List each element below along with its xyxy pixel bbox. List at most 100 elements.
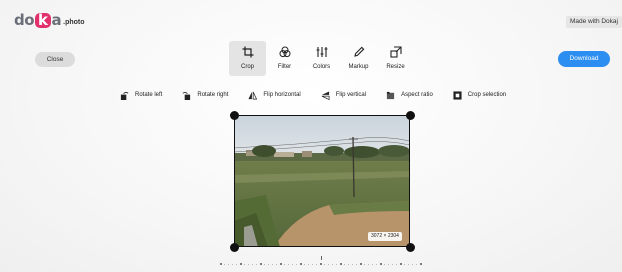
doka-logo: do k a .photo [14, 10, 85, 28]
ruler-tick [360, 263, 362, 265]
tool-label: Crop selection [467, 92, 507, 98]
ruler-tick [276, 264, 277, 265]
rotation-ruler[interactable] [220, 262, 425, 268]
ruler-tick [388, 264, 389, 265]
tab-crop[interactable]: Crop [229, 41, 266, 76]
tool-label: Rotate left [135, 92, 163, 98]
ruler-tick [252, 264, 253, 265]
ruler-tick [284, 264, 285, 265]
ruler-tick [356, 264, 357, 265]
ruler-tick [232, 264, 233, 265]
ruler-tick [308, 264, 309, 265]
ruler-tick [364, 264, 365, 265]
tab-label: Colors [312, 64, 331, 70]
ruler-tick [236, 264, 237, 265]
aspect-ratio-icon [386, 91, 395, 99]
ruler-tick [332, 264, 333, 265]
filter-icon [279, 46, 290, 58]
crop-handle-top-left[interactable] [230, 111, 239, 120]
ruler-tick [272, 264, 273, 265]
logo-mark: do k a [14, 11, 62, 29]
pencil-icon [353, 46, 364, 57]
ruler-tick [404, 264, 405, 265]
crop-icon [242, 46, 253, 58]
ruler-tick [384, 264, 385, 265]
ruler-tick [320, 263, 322, 265]
ruler-tick [240, 263, 242, 265]
download-button[interactable]: Download [558, 51, 610, 67]
crop-handle-bottom-left[interactable] [230, 243, 239, 252]
tool-label: Rotate right [197, 92, 229, 98]
ruler-tick [408, 264, 409, 265]
crop-selection-icon [453, 90, 462, 100]
flip-horizontal-icon [248, 91, 258, 99]
rotate-right-button[interactable]: Rotate right [182, 91, 228, 100]
rotation-pointer [321, 256, 322, 260]
ruler-tick [248, 264, 249, 265]
ruler-tick [372, 264, 373, 265]
ruler-tick [268, 264, 269, 265]
editor-tabs: Crop Filter Colors Markup Resize [229, 41, 414, 76]
ruler-tick [420, 263, 422, 265]
flip-vertical-button[interactable]: Flip vertical [321, 90, 367, 100]
ruler-tick [220, 263, 222, 265]
ruler-tick [280, 263, 282, 265]
crop-frame[interactable] [234, 115, 410, 247]
tab-label: Resize [386, 64, 405, 70]
flip-horizontal-button[interactable]: Flip horizontal [248, 91, 301, 100]
ruler-tick [400, 263, 402, 265]
ruler-tick [224, 264, 225, 265]
tool-label: Flip horizontal [263, 92, 301, 98]
flip-vertical-icon [321, 90, 330, 100]
ruler-tick [336, 264, 337, 265]
ruler-tick [260, 263, 262, 265]
ruler-tick [416, 264, 417, 265]
tool-label: Flip vertical [335, 92, 367, 98]
ruler-tick [316, 264, 317, 265]
ruler-tick [340, 263, 342, 265]
ruler-tick [292, 264, 293, 265]
ruler-tick [348, 264, 349, 265]
ruler-tick [376, 264, 377, 265]
ruler-tick [300, 263, 302, 265]
crop-handle-top-right[interactable] [406, 111, 415, 120]
ruler-tick [324, 264, 325, 265]
ruler-tick [328, 264, 329, 265]
ruler-tick [380, 263, 382, 265]
ruler-tick [392, 264, 393, 265]
aspect-ratio-button[interactable]: Aspect ratio [386, 91, 433, 100]
ruler-tick [288, 264, 289, 265]
ruler-tick [264, 264, 265, 265]
ruler-tick [244, 264, 245, 265]
tab-label: Markup [348, 64, 369, 70]
crop-selection-button[interactable]: Crop selection [453, 90, 507, 100]
ruler-tick [368, 264, 369, 265]
ruler-tick [296, 264, 297, 265]
rotate-left-button[interactable]: Rotate left [120, 91, 162, 100]
made-with-badge[interactable]: Made with Dokaj [565, 16, 622, 28]
ruler-tick [396, 264, 397, 265]
tool-label: Aspect ratio [401, 92, 433, 98]
image-size-badge: 3072 × 2304 [368, 232, 402, 241]
tab-label: Filter [277, 64, 292, 70]
ruler-tick [412, 264, 413, 265]
crop-handle-bottom-right[interactable] [406, 243, 415, 252]
ruler-tick [228, 264, 229, 265]
ruler-tick [304, 264, 305, 265]
tab-filter[interactable]: Filter [266, 41, 303, 76]
crop-toolbar: Rotate left Rotate right Flip horizontal… [120, 89, 506, 101]
resize-icon [389, 46, 402, 58]
tab-markup[interactable]: Markup [340, 41, 377, 76]
ruler-tick [256, 264, 257, 265]
ruler-tick [312, 264, 313, 265]
rotate-right-icon [183, 91, 191, 100]
tab-colors[interactable]: Colors [303, 41, 340, 76]
logo-suffix: .photo [63, 19, 85, 26]
tab-label: Crop [240, 64, 254, 70]
close-button[interactable]: Close [35, 52, 75, 67]
ruler-tick [352, 264, 353, 265]
sliders-icon [316, 47, 327, 57]
tab-resize[interactable]: Resize [377, 41, 414, 76]
ruler-tick [344, 264, 345, 265]
rotate-left-icon [120, 91, 129, 100]
